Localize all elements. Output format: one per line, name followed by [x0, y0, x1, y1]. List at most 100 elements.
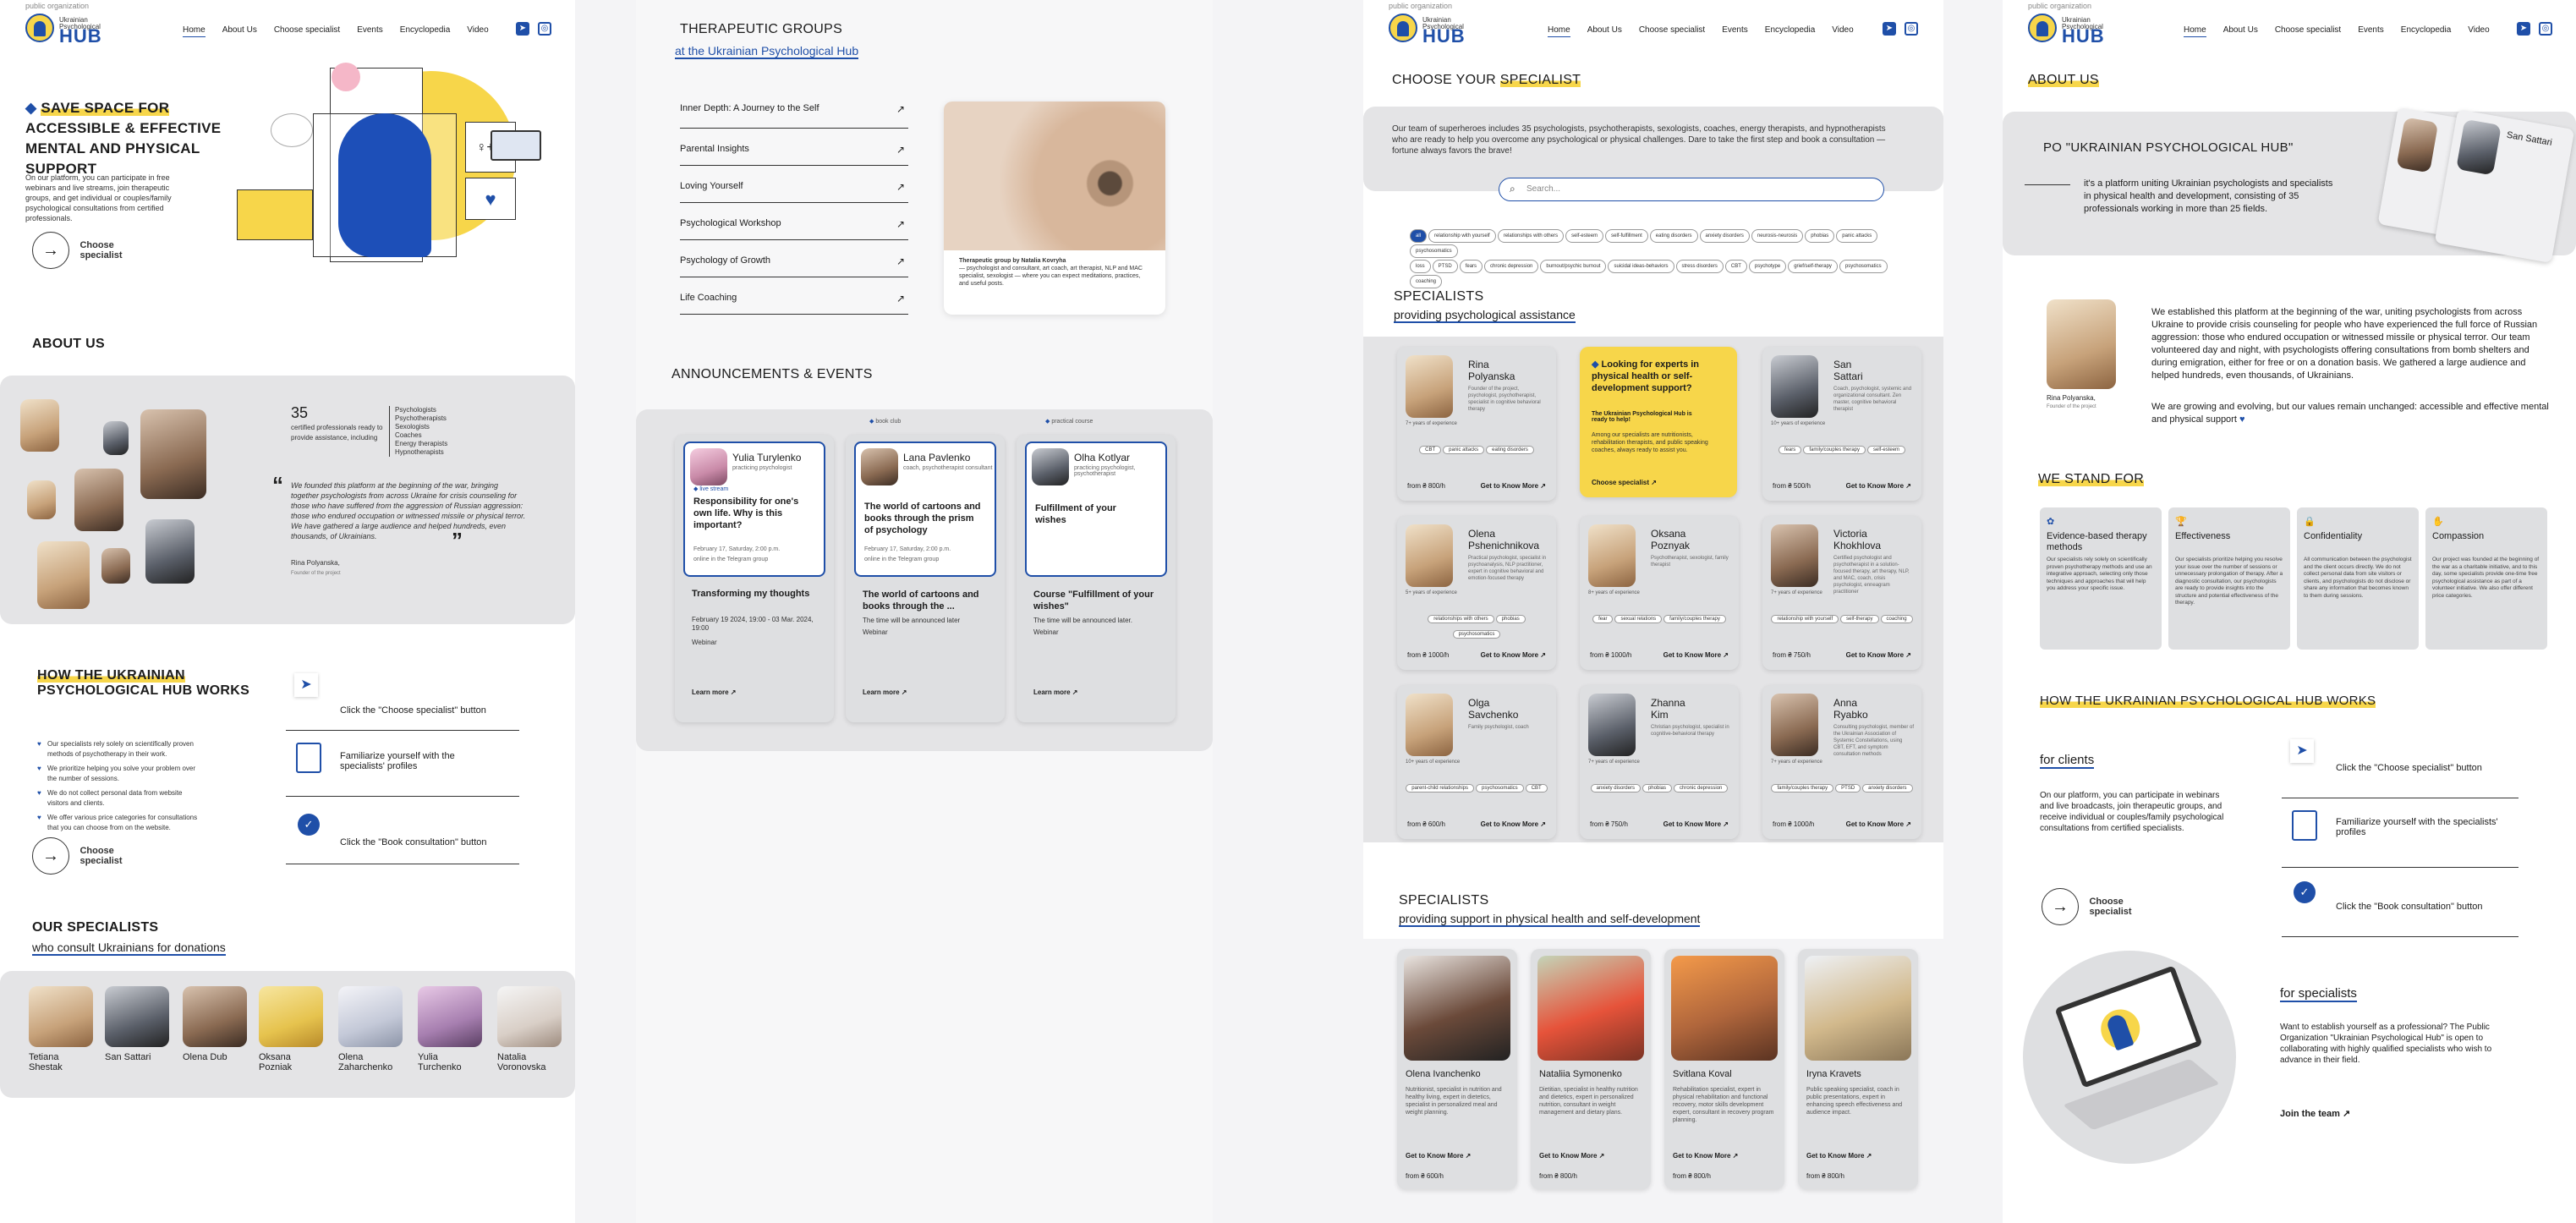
search-input[interactable]: ⌕ Search... — [1499, 178, 1884, 201]
specialist-thumb[interactable]: Tetiana Shestak — [29, 986, 93, 1072]
nav-video[interactable]: Video — [467, 25, 488, 35]
filter-tag[interactable]: self-fulfillment — [1605, 229, 1648, 243]
specialist-tag[interactable]: fears — [1778, 446, 1802, 454]
specialist-tag[interactable]: phobias — [1495, 615, 1526, 623]
get-to-know-link[interactable]: Get to Know More ↗ — [1846, 820, 1911, 828]
nav-events[interactable]: Events — [1722, 25, 1748, 35]
filter-tag[interactable]: grief/self-therapy — [1788, 260, 1838, 273]
filter-tag[interactable]: loss — [1410, 260, 1431, 273]
get-to-know-link[interactable]: Get to Know More ↗ — [1846, 482, 1911, 490]
get-to-know-link[interactable]: Get to Know More ↗ — [1663, 820, 1729, 828]
specialist-tag[interactable]: CBT — [1419, 446, 1442, 454]
get-to-know-link[interactable]: Get to Know More ↗ — [1673, 1152, 1738, 1160]
specialist-tag[interactable]: family/couples therapy — [1663, 615, 1726, 623]
get-to-know-link[interactable]: Get to Know More ↗ — [1481, 820, 1546, 828]
filter-tag[interactable]: neurosis-neurosis — [1751, 229, 1804, 243]
specialist-tag[interactable]: psychosomatics — [1452, 630, 1501, 639]
nav-events[interactable]: Events — [357, 25, 383, 35]
specialist-card[interactable]: Olga Savchenko Family psychologist, coach 1… — [1397, 685, 1556, 839]
nav-video[interactable]: Video — [1832, 25, 1853, 35]
get-to-know-link[interactable]: Get to Know More ↗ — [1539, 1152, 1604, 1160]
nav-video[interactable]: Video — [2468, 25, 2489, 35]
get-to-know-link[interactable]: Get to Know More ↗ — [1481, 482, 1546, 490]
filter-tag[interactable]: burnout/psychic burnout — [1540, 260, 1607, 273]
telegram-icon[interactable]: ➤ — [1883, 22, 1896, 36]
specialist-tag[interactable]: relationship with yourself — [1771, 615, 1839, 623]
specialist-tag[interactable]: phobias — [1642, 784, 1672, 792]
learn-more-link[interactable]: Learn more ↗ — [692, 688, 737, 696]
filter-tag[interactable]: psychotype — [1748, 260, 1787, 273]
specialist-tag[interactable]: parent-child relationships — [1406, 784, 1474, 792]
group-preview-card[interactable]: Therapeutic group by Natalia Kovryha — ps… — [944, 101, 1165, 315]
phys-specialist-card[interactable]: Svitlana Koval Rehabilitation specialist,… — [1664, 949, 1784, 1189]
nav-choose-specialist[interactable]: Choose specialist — [1639, 25, 1705, 35]
get-to-know-link[interactable]: Get to Know More ↗ — [1481, 651, 1546, 659]
nav-home[interactable]: Home — [2184, 25, 2206, 37]
filter-tag[interactable]: self-esteem — [1565, 229, 1604, 243]
specialist-card[interactable]: San Sattari Coach, psychologist, systemic … — [1762, 347, 1921, 501]
filter-tag[interactable]: relationship with yourself — [1428, 229, 1496, 243]
specialist-tag[interactable]: chronic depression — [1674, 784, 1729, 792]
nav-home[interactable]: Home — [183, 25, 206, 37]
nav-encyclopedia[interactable]: Encyclopedia — [2401, 25, 2451, 35]
instagram-icon[interactable]: ◎ — [538, 22, 551, 36]
nav-choose-specialist[interactable]: Choose specialist — [274, 25, 340, 35]
choose-specialist-button[interactable]: → Choose specialist — [32, 837, 130, 875]
instagram-icon[interactable]: ◎ — [1905, 22, 1918, 36]
logo-hub[interactable]: HUB — [59, 25, 102, 47]
specialist-thumb[interactable]: Natalia Voronovska — [497, 986, 562, 1072]
phys-specialist-card[interactable]: Nataliia Symonenko Dietitian, specialist … — [1531, 949, 1651, 1189]
specialist-card[interactable]: Anna Ryabko Consulting psychologist, membe… — [1762, 685, 1921, 839]
specialist-tag[interactable]: panic attacks — [1443, 446, 1485, 454]
filter-tag[interactable]: stress disorders — [1675, 260, 1724, 273]
specialist-tag[interactable]: family/couples therapy — [1771, 784, 1834, 792]
specialist-tag[interactable]: fear — [1592, 615, 1614, 623]
choose-specialist-button[interactable]: → Choose specialist — [32, 232, 130, 269]
filter-tag[interactable]: CBT — [1724, 260, 1747, 273]
telegram-icon[interactable]: ➤ — [516, 22, 529, 36]
get-to-know-link[interactable]: Get to Know More ↗ — [1406, 1152, 1471, 1160]
get-to-know-link[interactable]: Get to Know More ↗ — [1846, 651, 1911, 659]
group-item[interactable]: Inner Depth: A Journey to the Self ↗ — [680, 91, 908, 129]
join-team-link[interactable]: Join the team ↗ — [2280, 1108, 2350, 1119]
specialist-tag[interactable]: family/couples therapy — [1803, 446, 1866, 454]
specialist-tag[interactable]: self-therapy — [1840, 615, 1879, 623]
choose-specialist-button[interactable]: → Choose specialist — [2042, 888, 2140, 925]
filter-tag[interactable]: coaching — [1410, 275, 1443, 288]
promo-card[interactable]: ◆ Looking for experts in physical health… — [1580, 347, 1737, 497]
specialist-tag[interactable]: CBT — [1525, 784, 1548, 792]
specialist-card[interactable]: Olena Pshenichnikova Practical psychologis… — [1397, 516, 1556, 670]
specialist-tag[interactable]: anxiety disorders — [1590, 784, 1641, 792]
logo-icon[interactable] — [2028, 14, 2057, 42]
group-item[interactable]: Psychological Workshop ↗ — [680, 203, 908, 240]
nav-choose-specialist[interactable]: Choose specialist — [2275, 25, 2341, 35]
group-item[interactable]: Psychology of Growth ↗ — [680, 240, 908, 277]
filter-tag[interactable]: relationships with others — [1497, 229, 1565, 243]
nav-about[interactable]: About Us — [222, 25, 257, 35]
filter-tag[interactable]: panic attacks — [1836, 229, 1878, 243]
filter-tag[interactable]: suicidal ideas-behaviors — [1608, 260, 1674, 273]
event-card[interactable]: Lana Pavlenko coach, psychotherapist con… — [846, 435, 1005, 722]
specialist-thumb[interactable]: Olena Dub — [183, 986, 247, 1062]
specialist-thumb[interactable]: Oksana Pozniak — [259, 986, 323, 1072]
group-item[interactable]: Loving Yourself ↗ — [680, 166, 908, 203]
promo-link[interactable]: Choose specialist ↗ — [1592, 479, 1657, 486]
get-to-know-link[interactable]: Get to Know More ↗ — [1663, 651, 1729, 659]
logo-hub[interactable]: HUB — [2062, 25, 2105, 47]
logo-icon[interactable] — [1389, 14, 1417, 42]
filter-tag[interactable]: fears — [1459, 260, 1483, 273]
instagram-icon[interactable]: ◎ — [2539, 22, 2552, 36]
nav-encyclopedia[interactable]: Encyclopedia — [1765, 25, 1815, 35]
logo-icon[interactable] — [25, 14, 54, 42]
filter-tag[interactable]: PTSD — [1432, 260, 1458, 273]
group-item[interactable]: Life Coaching ↗ — [680, 277, 908, 315]
filter-tag[interactable]: psychosomatics — [1410, 244, 1458, 258]
specialist-card[interactable]: Victoria Khokhlova Certified psychologist … — [1762, 516, 1921, 670]
event-card[interactable]: Olha Kotlyar practicing psychologist, ps… — [1017, 435, 1176, 722]
specialist-tag[interactable]: psychosomatics — [1476, 784, 1524, 792]
nav-about[interactable]: About Us — [2223, 25, 2258, 35]
specialist-tag[interactable]: eating disorders — [1486, 446, 1534, 454]
specialist-tag[interactable]: relationships with others — [1428, 615, 1494, 623]
nav-about[interactable]: About Us — [1587, 25, 1622, 35]
nav-events[interactable]: Events — [2358, 25, 2384, 35]
